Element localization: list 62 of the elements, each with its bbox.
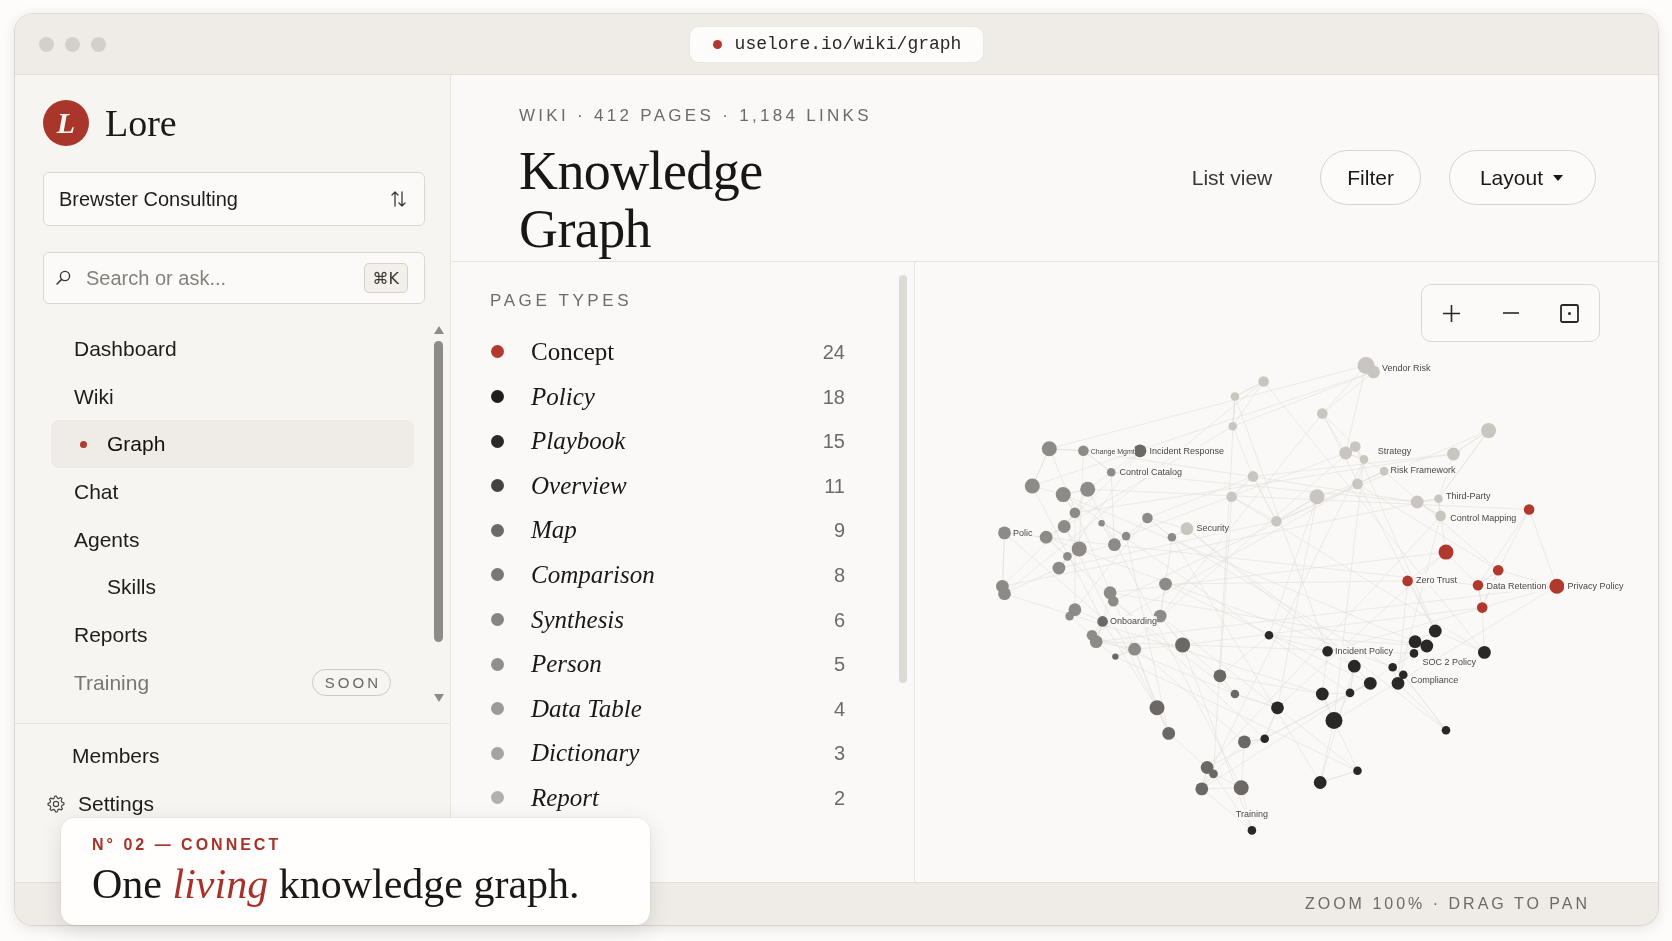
sort-arrows-icon [391, 191, 406, 207]
page-type-label[interactable]: Playbook [531, 426, 626, 457]
scrollbar-thumb[interactable] [899, 275, 907, 683]
dot-icon [712, 39, 722, 49]
nav-item[interactable]: Dashboard [51, 325, 414, 373]
page-type-label[interactable]: Map [531, 515, 577, 546]
page-type-label[interactable]: Synthesis [531, 604, 625, 635]
page-count: 4 [833, 696, 845, 721]
page-count: 6 [833, 607, 845, 632]
minus-icon [1502, 312, 1519, 314]
window-control-icon[interactable] [91, 36, 106, 52]
logo-mark: L [43, 100, 89, 146]
page-type-label[interactable]: Data Table [531, 693, 642, 724]
layout-dropdown[interactable]: Layout [1448, 150, 1596, 205]
page-count: 3 [833, 741, 845, 766]
page-title: Knowledge Graph [519, 142, 764, 258]
caret-icon [1553, 174, 1563, 181]
address-bar[interactable]: uselore.io/wiki/graph [689, 26, 984, 62]
section-heading: PAGE TYPES [490, 291, 633, 311]
page-type-label[interactable]: Concept [531, 337, 615, 367]
nav-item[interactable]: Members [72, 743, 160, 769]
brand-name: Lore [105, 101, 177, 146]
breadcrumb-meta: WIKI · 412 PAGES · 1,184 LINKS [519, 106, 872, 126]
scrollbar-thumb[interactable] [434, 341, 443, 642]
scroll-down-icon[interactable] [433, 694, 444, 702]
nav-item[interactable]: Skills [51, 563, 414, 612]
nav-item[interactable]: Agents [51, 515, 414, 564]
page-type-label[interactable]: Report [531, 782, 600, 813]
workspace-switcher[interactable]: Brewster Consulting [43, 172, 425, 226]
caption-headline: One living knowledge graph. [92, 861, 580, 907]
gear-icon [47, 795, 65, 813]
nav-item[interactable]: Reports [51, 611, 414, 659]
page-count: 11 [824, 473, 845, 498]
page-count: 15 [822, 429, 845, 454]
page-count: 18 [822, 384, 845, 409]
nav-item[interactable]: Settings [47, 791, 154, 817]
window-control-icon[interactable] [39, 36, 54, 52]
plus-icon [1443, 304, 1460, 322]
page-type-label[interactable]: Person [531, 649, 602, 680]
page-count: 24 [822, 340, 845, 364]
scroll-up-icon[interactable] [433, 326, 444, 334]
dot-icon [80, 440, 87, 448]
caption-kicker: N° 02 — CONNECT [92, 835, 282, 855]
page-type-label[interactable]: Overview [531, 470, 627, 501]
filter-button[interactable]: Filter [1320, 150, 1421, 205]
page-type-label[interactable]: Dictionary [531, 738, 640, 769]
page-type-label[interactable]: Comparison [531, 559, 655, 590]
page-count: 9 [833, 518, 845, 543]
node-label: Privacy Policy [1567, 581, 1624, 592]
search-icon [56, 270, 71, 285]
shortcut-hint: ⌘K [363, 263, 408, 293]
list-view-link[interactable]: List view [1191, 165, 1273, 190]
page-count: 5 [833, 652, 845, 677]
nav-item[interactable]: Wiki [51, 372, 414, 421]
nav-item[interactable]: Chat [51, 468, 414, 516]
window-control-icon[interactable] [65, 36, 80, 52]
page-count: 2 [833, 785, 845, 810]
fit-icon [1560, 303, 1579, 323]
page-type-label[interactable]: Policy [531, 381, 595, 412]
nav-item[interactable]: Graph [51, 420, 414, 469]
page-count: 8 [833, 562, 845, 587]
status-text: ZOOM 100% · DRAG TO PAN [1304, 895, 1590, 913]
